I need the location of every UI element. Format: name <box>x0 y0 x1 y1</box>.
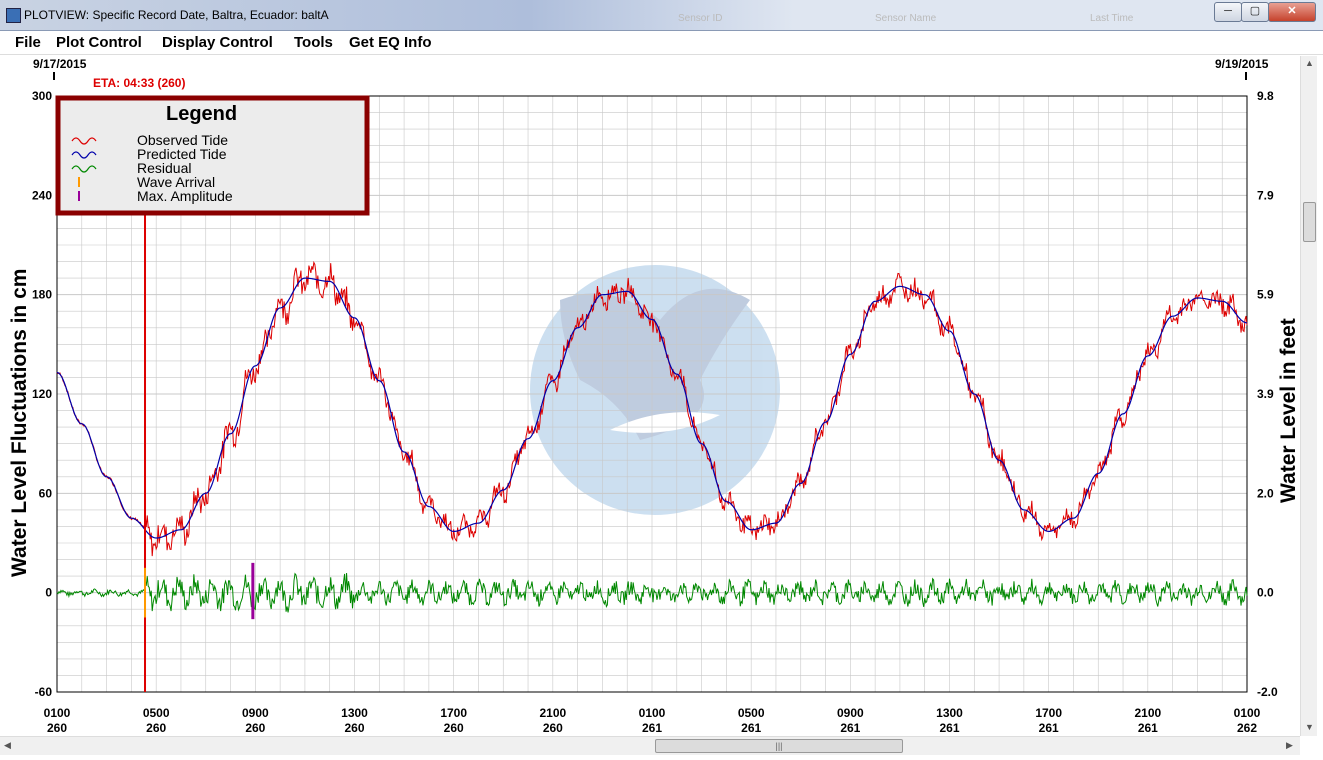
x-tick-time: 0500 <box>143 706 170 720</box>
tide-chart: 9/17/2015 9/19/2015 ETA: 04:33 (260) 300… <box>8 57 1300 735</box>
y-tick-label: 300 <box>32 89 52 103</box>
x-tick-time: 1300 <box>936 706 963 720</box>
y-tick-label: 120 <box>32 387 52 401</box>
horizontal-scroll-thumb[interactable]: ||| <box>655 739 903 753</box>
x-tick-day: 260 <box>444 721 464 735</box>
y2-tick-label: 9.8 <box>1257 89 1274 103</box>
scroll-down-icon[interactable]: ▼ <box>1305 722 1314 732</box>
x-tick-day: 261 <box>1138 721 1158 735</box>
x-tick-day: 261 <box>939 721 959 735</box>
y-tick-label: 0 <box>45 586 52 600</box>
y2-tick-label: 0.0 <box>1257 586 1274 600</box>
y-axis-title: Water Level Fluctuations in cm <box>8 269 31 577</box>
x-tick-day: 260 <box>344 721 364 735</box>
y-tick-label: 60 <box>39 486 53 500</box>
start-date-label: 9/17/2015 <box>33 57 87 71</box>
vertical-scrollbar[interactable]: ▲ ▼ <box>1300 56 1317 736</box>
horizontal-scrollbar[interactable]: ◀ ||| ▶ <box>0 736 1300 755</box>
x-tick-time: 2100 <box>1134 706 1161 720</box>
x-tick-time: 0500 <box>738 706 765 720</box>
y2-tick-label: -2.0 <box>1257 685 1278 699</box>
x-tick-day: 262 <box>1237 721 1257 735</box>
x-tick-time: 2100 <box>539 706 566 720</box>
x-tick-time: 0100 <box>44 706 71 720</box>
x-tick-day: 260 <box>146 721 166 735</box>
x-tick-day: 260 <box>543 721 563 735</box>
x-axis: 0100260050026009002601300260170026021002… <box>44 706 1261 735</box>
vertical-scroll-thumb[interactable] <box>1303 202 1316 242</box>
x-tick-day: 260 <box>47 721 67 735</box>
scroll-left-icon[interactable]: ◀ <box>4 740 11 751</box>
x-tick-time: 1300 <box>341 706 368 720</box>
x-tick-time: 1700 <box>1035 706 1062 720</box>
y2-tick-label: 3.9 <box>1257 387 1274 401</box>
y-tick-label: -60 <box>35 685 53 699</box>
legend-entry: Max. Amplitude <box>137 188 233 204</box>
x-tick-day: 261 <box>1039 721 1059 735</box>
y2-tick-label: 5.9 <box>1257 288 1274 302</box>
x-tick-time: 0100 <box>639 706 666 720</box>
y-axis-left: 300 240 180 120 60 0 -60 <box>32 89 52 699</box>
y-axis-right: 9.8 7.9 5.9 3.9 2.0 0.0 -2.0 <box>1257 89 1278 699</box>
y-tick-label: 240 <box>32 188 52 202</box>
x-tick-day: 261 <box>642 721 662 735</box>
y2-axis-title: Water Level in feet <box>1277 318 1300 503</box>
x-tick-time: 0900 <box>242 706 269 720</box>
y2-tick-label: 2.0 <box>1257 486 1274 500</box>
x-tick-day: 261 <box>840 721 860 735</box>
scroll-up-icon[interactable]: ▲ <box>1305 58 1314 68</box>
x-tick-day: 261 <box>741 721 761 735</box>
noaa-logo-watermark <box>530 265 780 515</box>
x-tick-time: 0900 <box>837 706 864 720</box>
legend-title: Legend <box>166 103 237 125</box>
y2-tick-label: 7.9 <box>1257 188 1274 202</box>
scroll-right-icon[interactable]: ▶ <box>1286 740 1293 751</box>
end-date-label: 9/19/2015 <box>1215 57 1269 71</box>
x-tick-time: 1700 <box>440 706 467 720</box>
x-tick-time: 0100 <box>1234 706 1261 720</box>
x-tick-day: 260 <box>245 721 265 735</box>
y-tick-label: 180 <box>32 288 52 302</box>
eta-label: ETA: 04:33 (260) <box>93 76 185 90</box>
legend: Legend Observed Tide Predicted Tide Resi… <box>55 95 370 216</box>
